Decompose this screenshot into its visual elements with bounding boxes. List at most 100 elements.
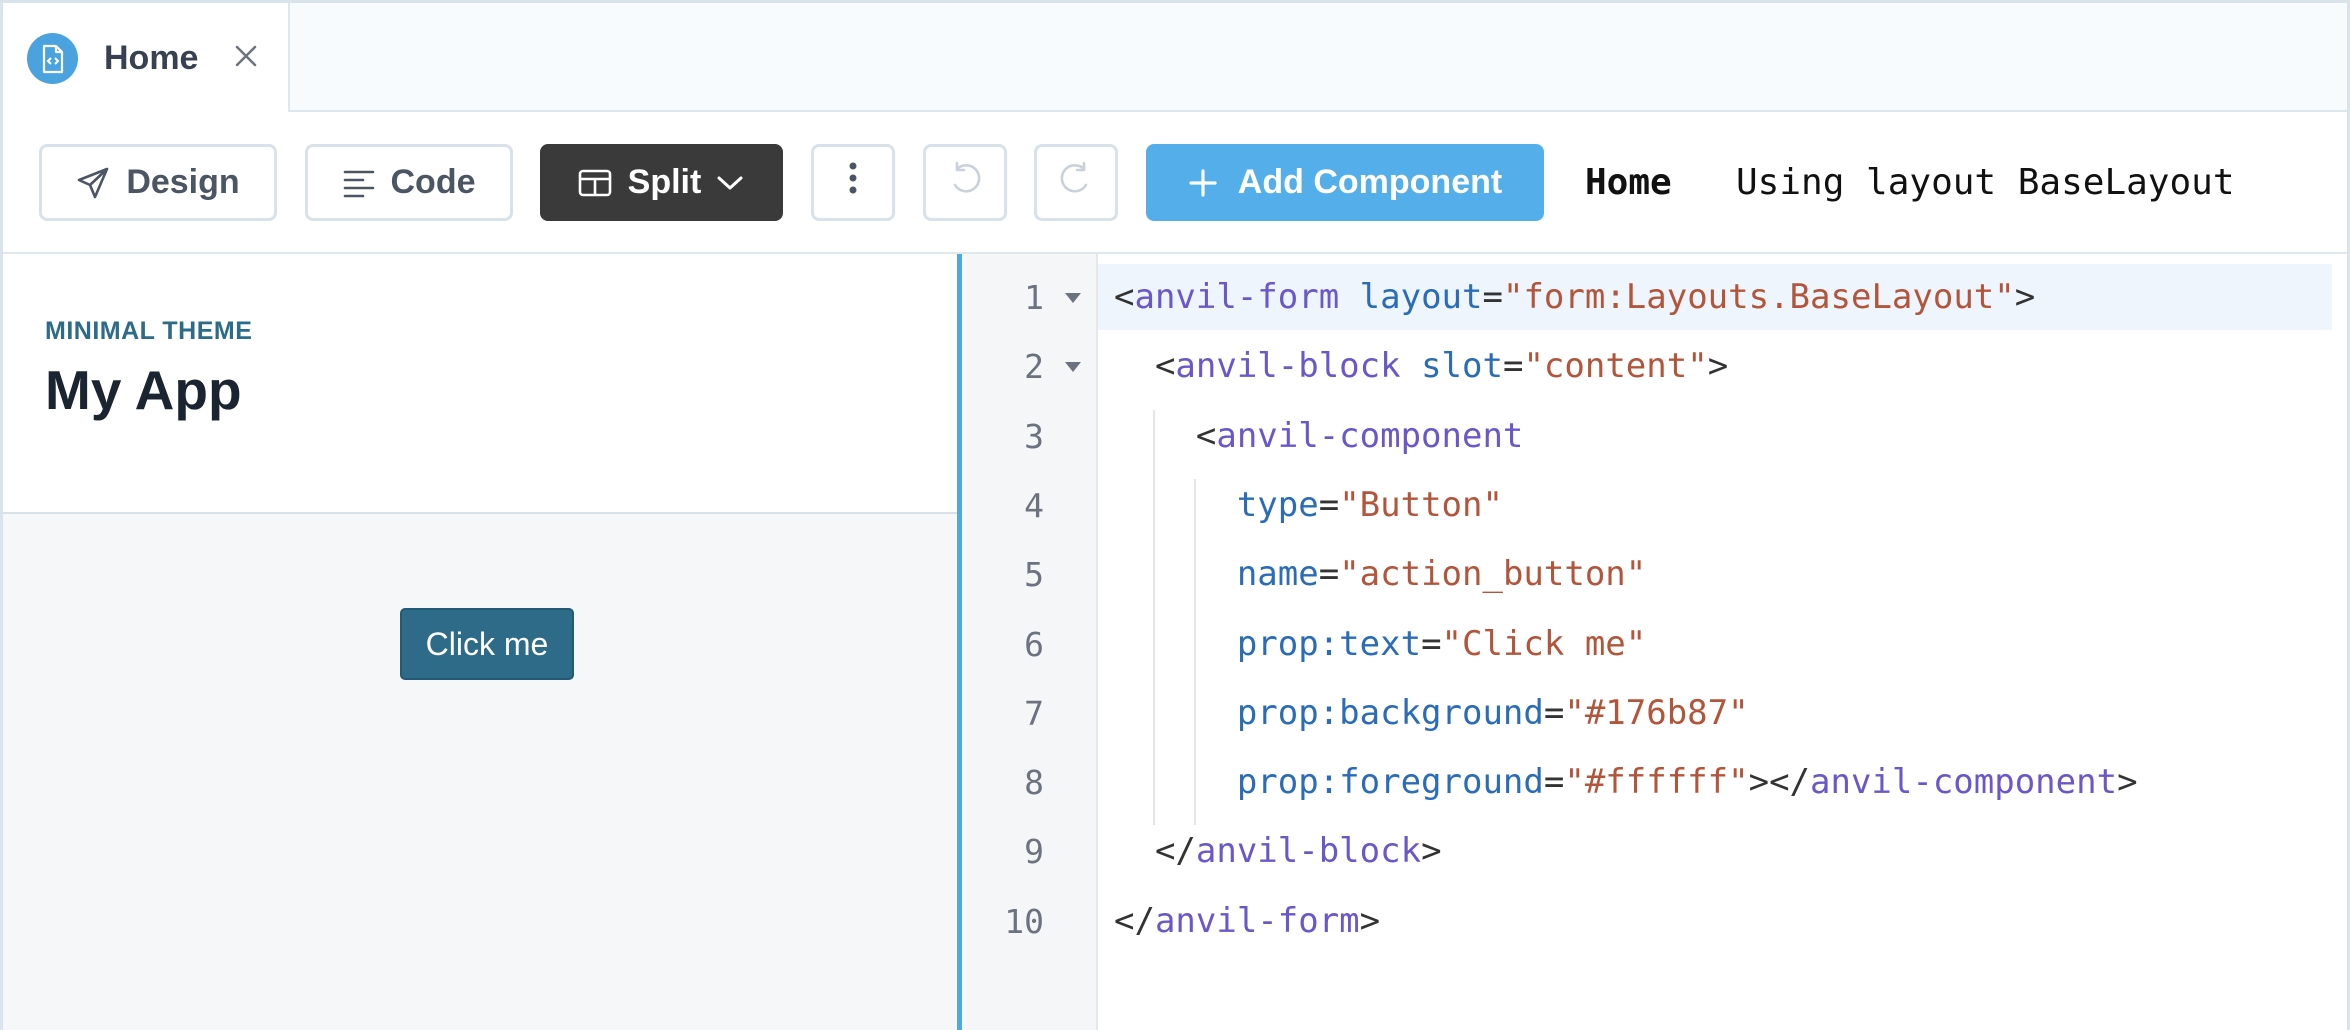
- code-line[interactable]: prop:background="#176b87": [1114, 679, 1749, 748]
- code-token-pun: [1114, 693, 1237, 733]
- code-line[interactable]: </anvil-form>: [1114, 887, 1380, 956]
- code-token-tag: anvil-component: [1216, 415, 1524, 456]
- toolbar: Design Code Split Add Component Home Usi…: [3, 112, 2347, 254]
- page-name: Home: [1585, 162, 1672, 203]
- code-token-str: "content": [1523, 346, 1708, 387]
- click-me-button[interactable]: Click me: [400, 608, 574, 680]
- design-preview: MINIMAL THEME My App Click me: [3, 254, 957, 1030]
- code-token-attr: slot: [1421, 346, 1503, 387]
- code-token-attr: prop:foreground: [1236, 762, 1544, 803]
- code-token-pun: [1114, 762, 1237, 802]
- line-number: 9: [1024, 832, 1044, 872]
- code-token-pun: >: [2014, 277, 2036, 317]
- code-token-pun: <: [1114, 346, 1176, 387]
- code-token-pun: =: [1421, 623, 1442, 664]
- code-line[interactable]: <anvil-component: [1114, 402, 1524, 471]
- app-window: Home Design Code Split Add Component Hom…: [0, 0, 2350, 1030]
- code-token-str: "#176b87": [1564, 692, 1749, 733]
- code-token-pun: [1114, 624, 1237, 664]
- code-line[interactable]: </anvil-block>: [1114, 817, 1442, 886]
- more-options-button[interactable]: [811, 144, 895, 221]
- code-token-pun: >: [1359, 900, 1381, 941]
- redo-icon: [1058, 161, 1094, 204]
- code-token-pun: [1114, 485, 1237, 525]
- code-token-pun: =: [1543, 762, 1565, 803]
- split-view-button[interactable]: Split: [540, 144, 783, 221]
- fold-caret-icon[interactable]: [1062, 332, 1084, 401]
- tab-title: Home: [104, 39, 199, 77]
- code-token-pun: </: [1114, 831, 1196, 872]
- close-icon[interactable]: [231, 41, 261, 71]
- align-left-icon: [343, 168, 375, 198]
- indent-guide: [1193, 478, 1196, 826]
- code-button-label: Code: [390, 163, 476, 201]
- tab-home[interactable]: Home: [3, 3, 290, 112]
- preview-header: MINIMAL THEME My App: [3, 254, 957, 514]
- code-token-pun: [1401, 346, 1421, 386]
- chevron-down-icon: [715, 173, 745, 193]
- design-button[interactable]: Design: [39, 144, 277, 221]
- code-token-pun: =: [1318, 554, 1340, 595]
- design-button-label: Design: [126, 163, 240, 201]
- line-number: 2: [1024, 347, 1044, 387]
- code-token-pun: =: [1318, 484, 1340, 525]
- code-token-str: "Click me": [1441, 623, 1647, 664]
- code-token-pun: >: [1421, 831, 1442, 872]
- code-token-pun: >: [1707, 346, 1729, 387]
- code-token-tag: anvil-form: [1154, 900, 1360, 941]
- code-token-tag: anvil-block: [1175, 346, 1401, 387]
- theme-label: MINIMAL THEME: [45, 317, 253, 345]
- line-number: 3: [1024, 416, 1044, 456]
- line-number: 5: [1024, 555, 1044, 595]
- line-number: 10: [1004, 901, 1044, 941]
- code-token-attr: prop:background: [1236, 692, 1544, 733]
- app-title: My App: [45, 359, 242, 421]
- split-button-label: Split: [627, 163, 702, 201]
- line-number: 7: [1024, 693, 1044, 733]
- line-number: 6: [1024, 624, 1044, 664]
- code-token-str: "form:Layouts.BaseLayout": [1502, 277, 2015, 317]
- code-token-pun: >: [2117, 762, 2138, 803]
- more-vertical-icon: [848, 161, 858, 204]
- code-token-attr: name: [1236, 554, 1319, 595]
- code-token-pun: </: [1114, 900, 1155, 941]
- code-token-attr: type: [1236, 484, 1319, 525]
- code-button[interactable]: Code: [305, 144, 513, 221]
- code-token-attr: layout: [1359, 277, 1483, 317]
- redo-button[interactable]: [1034, 144, 1118, 221]
- plus-icon: [1188, 168, 1218, 198]
- columns-icon: [578, 168, 612, 198]
- code-line[interactable]: type="Button": [1114, 471, 1503, 540]
- code-token-pun: [1114, 554, 1237, 594]
- code-token-attr: prop:text: [1236, 623, 1422, 664]
- code-token-pun: <: [1114, 415, 1217, 456]
- paper-plane-icon: [76, 166, 110, 200]
- undo-icon: [947, 161, 983, 204]
- code-token-pun: ></: [1748, 762, 1811, 803]
- code-token-tag: anvil-form: [1134, 277, 1340, 317]
- code-token-str: "Button": [1339, 484, 1503, 525]
- code-token-tag: anvil-component: [1810, 762, 2118, 803]
- line-number: 4: [1024, 485, 1044, 525]
- code-token-pun: [1339, 277, 1359, 317]
- line-number: 8: [1024, 763, 1044, 803]
- fold-caret-icon[interactable]: [1062, 263, 1084, 332]
- line-number: 1: [1024, 278, 1044, 317]
- tab-bar: Home: [3, 3, 2347, 112]
- add-component-label: Add Component: [1237, 163, 1503, 201]
- layout-label: Using layout BaseLayout: [1736, 162, 2235, 203]
- document-code-icon: [27, 33, 78, 84]
- code-line[interactable]: <anvil-form layout="form:Layouts.BaseLay…: [1114, 263, 2035, 332]
- code-token-str: "action_button": [1339, 554, 1647, 595]
- undo-button[interactable]: [923, 144, 1007, 221]
- code-token-pun: =: [1543, 692, 1565, 733]
- code-token-pun: =: [1482, 277, 1503, 317]
- code-editor[interactable]: 1 <anvil-form layout="form:Layouts.BaseLa…: [957, 254, 2347, 1030]
- code-token-str: "#ffffff": [1564, 762, 1749, 803]
- add-component-button[interactable]: Add Component: [1146, 144, 1544, 221]
- indent-guide: [1152, 409, 1155, 826]
- code-line[interactable]: prop:foreground="#ffffff"></anvil-compon…: [1114, 748, 2138, 817]
- code-token-pun: <: [1114, 277, 1135, 317]
- code-line[interactable]: <anvil-block slot="content">: [1114, 332, 1728, 401]
- code-token-pun: =: [1502, 346, 1524, 387]
